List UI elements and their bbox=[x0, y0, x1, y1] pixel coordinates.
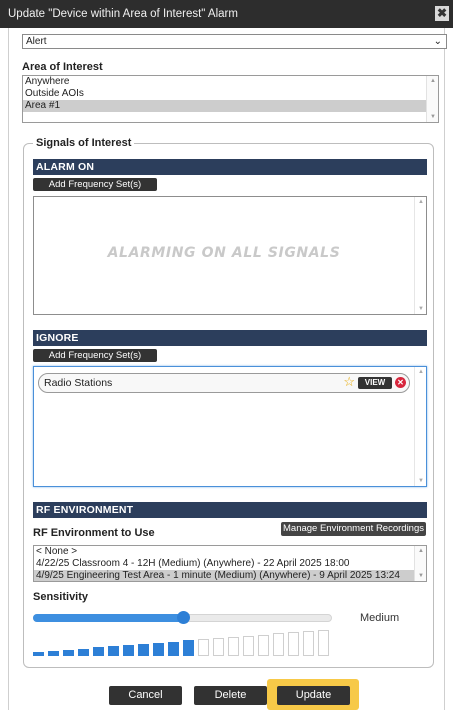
sensitivity-slider-thumb[interactable] bbox=[176, 611, 190, 624]
sensitivity-bar-inactive bbox=[303, 631, 314, 656]
aoi-listbox[interactable]: Anywhere Outside AOIs Area #1 ▲ ▼ bbox=[22, 75, 439, 123]
alarm-on-add-frequency-button[interactable]: Add Frequency Set(s) bbox=[33, 178, 157, 191]
close-icon[interactable]: ✖ bbox=[435, 6, 449, 21]
sensitivity-slider-fill bbox=[33, 614, 183, 622]
scroll-down-icon[interactable]: ▼ bbox=[415, 478, 427, 484]
alarming-all-signals-placeholder: ALARMING ON ALL SIGNALS bbox=[107, 245, 341, 261]
sensitivity-bar-active bbox=[63, 649, 74, 656]
ignore-list[interactable]: Radio Stations ☆ VIEW ✕ ▲ ▼ bbox=[33, 366, 427, 487]
aoi-scrollbar[interactable]: ▲ ▼ bbox=[426, 76, 438, 122]
rf-environment-label: RF Environment to Use bbox=[33, 527, 155, 539]
list-option[interactable]: < None > bbox=[34, 546, 426, 558]
scroll-down-icon[interactable]: ▼ bbox=[415, 573, 426, 579]
dialog-title: Update "Device within Area of Interest" … bbox=[8, 8, 238, 20]
alarm-on-list[interactable]: ALARMING ON ALL SIGNALS ▲ ▼ bbox=[33, 196, 427, 315]
sensitivity-bar-inactive bbox=[228, 636, 239, 656]
list-option[interactable]: 4/22/25 Classroom 4 - 12H (Medium) (Anyw… bbox=[34, 558, 426, 570]
manage-environment-recordings-button[interactable]: Manage Environment Recordings bbox=[281, 522, 426, 536]
sensitivity-bar-active bbox=[48, 650, 59, 656]
scroll-down-icon[interactable]: ▼ bbox=[427, 114, 438, 120]
scroll-up-icon[interactable]: ▲ bbox=[415, 369, 427, 375]
star-icon[interactable]: ☆ bbox=[343, 373, 355, 391]
ignore-add-frequency-button[interactable]: Add Frequency Set(s) bbox=[33, 349, 157, 362]
sensitivity-level-text: Medium bbox=[360, 612, 400, 624]
sensitivity-bar-active bbox=[33, 652, 44, 656]
aoi-label: Area of Interest bbox=[22, 61, 103, 73]
scroll-up-icon[interactable]: ▲ bbox=[427, 78, 438, 84]
remove-icon[interactable]: ✕ bbox=[395, 377, 406, 388]
scroll-up-icon[interactable]: ▲ bbox=[415, 548, 426, 554]
sensitivity-bar-active bbox=[138, 643, 149, 656]
sensitivity-bar-active bbox=[123, 645, 134, 656]
sensitivity-bar-active bbox=[108, 646, 119, 656]
sensitivity-bar-inactive bbox=[273, 633, 284, 656]
list-option[interactable]: 4/9/25 Engineering Test Area - 1 minute … bbox=[34, 570, 426, 581]
ignore-scrollbar[interactable]: ▲ ▼ bbox=[414, 367, 426, 486]
sensitivity-bar-inactive bbox=[288, 632, 299, 656]
sensitivity-bar-active bbox=[183, 640, 194, 656]
ignore-item-radio-stations[interactable]: Radio Stations ☆ VIEW ✕ bbox=[38, 373, 410, 393]
update-button[interactable]: Update bbox=[277, 686, 350, 705]
ignore-item-label: Radio Stations bbox=[44, 377, 113, 389]
list-option[interactable]: Area #1 bbox=[23, 100, 438, 112]
alarm-on-header: ALARM ON bbox=[33, 159, 427, 175]
sensitivity-bar-active bbox=[153, 642, 164, 656]
sensitivity-bar-active bbox=[168, 641, 179, 656]
alarm-type-select[interactable]: Alert ⌄ bbox=[22, 34, 447, 49]
rf-scrollbar[interactable]: ▲ ▼ bbox=[414, 546, 426, 581]
sensitivity-bar-active bbox=[78, 648, 89, 656]
sensitivity-bar-inactive bbox=[243, 635, 254, 656]
sensitivity-bar-active bbox=[93, 647, 104, 656]
chevron-down-icon: ⌄ bbox=[433, 36, 442, 47]
sensitivity-bar-inactive bbox=[213, 638, 224, 656]
rf-environment-header: RF ENVIRONMENT bbox=[33, 502, 427, 518]
delete-button[interactable]: Delete bbox=[194, 686, 267, 705]
list-option[interactable]: Outside AOIs bbox=[23, 88, 438, 100]
sensitivity-bar-inactive bbox=[258, 634, 269, 656]
view-button[interactable]: VIEW bbox=[358, 377, 392, 389]
scroll-down-icon[interactable]: ▼ bbox=[415, 306, 427, 312]
sensitivity-bar-inactive bbox=[198, 639, 209, 656]
scroll-up-icon[interactable]: ▲ bbox=[415, 199, 427, 205]
dialog-titlebar: Update "Device within Area of Interest" … bbox=[0, 0, 453, 28]
list-option[interactable]: Anywhere bbox=[23, 76, 438, 88]
ignore-header: IGNORE bbox=[33, 330, 427, 346]
cancel-button[interactable]: Cancel bbox=[109, 686, 182, 705]
rf-environment-listbox[interactable]: < None >4/22/25 Classroom 4 - 12H (Mediu… bbox=[33, 545, 427, 582]
alarm-on-scrollbar[interactable]: ▲ ▼ bbox=[414, 197, 426, 314]
signals-legend: Signals of Interest bbox=[33, 137, 135, 149]
sensitivity-level-bars bbox=[33, 630, 333, 656]
alarm-type-value: Alert bbox=[26, 36, 47, 47]
sensitivity-label: Sensitivity bbox=[33, 591, 89, 603]
sensitivity-bar-inactive bbox=[318, 630, 329, 656]
